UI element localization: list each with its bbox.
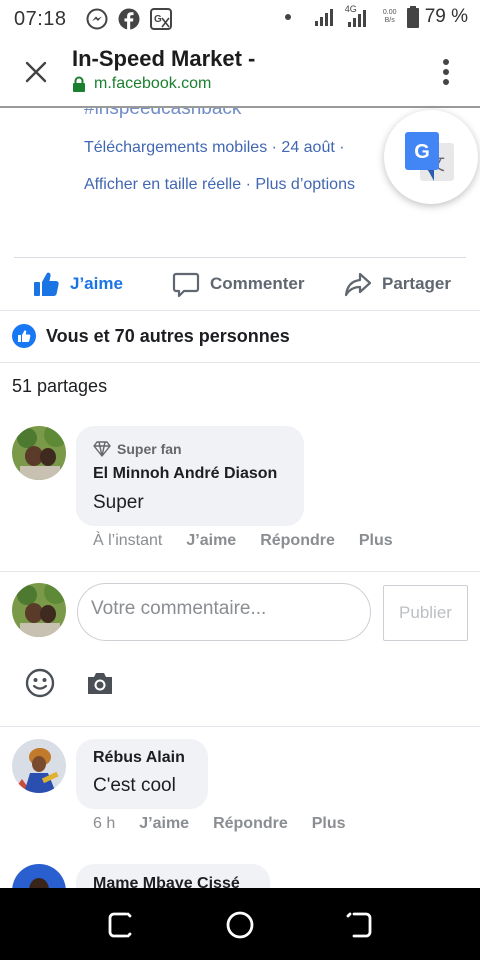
post-action-bar: J’aime Commenter Partager — [14, 257, 466, 309]
likes-summary-row[interactable]: Vous et 70 autres personnes — [12, 324, 290, 348]
share-icon — [344, 272, 372, 297]
super-fan-badge: Super fan — [93, 441, 182, 457]
comment-icon — [172, 272, 200, 298]
translate-icon: G — [150, 8, 172, 30]
facebook-messenger-icon — [86, 8, 108, 30]
status-time: 07:18 — [14, 8, 67, 30]
comment-reply-link[interactable]: Répondre — [260, 532, 335, 550]
comment-time: 6 h — [93, 815, 116, 832]
speed-value: 0.00 — [382, 9, 397, 16]
dot-icon — [284, 14, 291, 20]
comment-text: C'est cool — [93, 775, 176, 796]
speed-unit: B/s — [384, 17, 395, 24]
thumbs-up-icon — [34, 272, 59, 296]
comment-input[interactable]: Votre commentaire... — [77, 583, 371, 641]
like-reaction-icon — [12, 324, 36, 348]
more-vert-icon[interactable] — [442, 58, 450, 86]
page-url: m.facebook.com — [94, 75, 212, 92]
google-translate-icon: 文 G — [405, 132, 454, 181]
comment-time: À l’instant — [93, 532, 163, 549]
google-translate-button[interactable]: 文 G — [384, 110, 478, 204]
signal-4g-icon: 4G — [343, 4, 373, 28]
share-button[interactable]: Partager — [344, 270, 451, 298]
shares-summary[interactable]: 51 partages — [12, 376, 107, 397]
network-speed: 0.00 B/s — [379, 9, 401, 25]
divider — [0, 726, 480, 727]
diamond-icon — [93, 441, 111, 457]
comment-author[interactable]: El Minnoh André Diason — [93, 465, 277, 483]
comment-author[interactable]: Rébus Alain — [93, 749, 185, 767]
home-icon[interactable] — [225, 910, 255, 940]
system-navigation-bar — [0, 888, 480, 960]
signal-icon — [314, 9, 333, 26]
current-user-avatar — [12, 583, 66, 637]
back-icon[interactable] — [344, 910, 374, 940]
comment-more-link[interactable]: Plus — [359, 532, 393, 550]
like-label: J’aime — [70, 274, 123, 293]
comment-like-link[interactable]: J’aime — [186, 532, 236, 550]
comment-like-link[interactable]: J’aime — [139, 815, 189, 833]
battery-level: 79 % — [424, 6, 468, 27]
avatar[interactable] — [12, 426, 66, 480]
close-icon[interactable] — [22, 58, 50, 86]
comment-button[interactable]: Commenter — [172, 270, 304, 298]
divider — [0, 571, 480, 572]
svg-text:G: G — [414, 141, 430, 163]
share-label: Partager — [382, 274, 451, 293]
divider — [0, 310, 480, 311]
url-row: m.facebook.com — [72, 75, 211, 93]
battery-icon — [406, 6, 419, 28]
post-meta-source[interactable]: Téléchargements mobiles · 24 août · — [84, 139, 345, 157]
divider — [0, 362, 480, 363]
super-fan-label: Super fan — [117, 441, 182, 457]
comment-label: Commenter — [210, 274, 305, 293]
comment-bubble: Super fan El Minnoh André Diason Super — [76, 426, 304, 526]
emoji-icon[interactable] — [25, 668, 55, 698]
facebook-icon — [118, 8, 140, 30]
lock-icon — [73, 76, 85, 92]
likes-summary: Vous et 70 autres personnes — [46, 325, 290, 346]
comment-reply-link[interactable]: Répondre — [213, 815, 288, 833]
avatar[interactable] — [12, 739, 66, 793]
recents-icon[interactable] — [106, 910, 136, 940]
comment-bubble: Rébus Alain C'est cool — [76, 739, 208, 809]
publish-button[interactable]: Publier — [383, 585, 468, 641]
like-button[interactable]: J’aime — [32, 270, 123, 298]
post-meta-options[interactable]: Afficher en taille réelle · Plus d’optio… — [84, 176, 355, 194]
camera-icon[interactable] — [86, 670, 114, 696]
comment-text: Super — [93, 492, 144, 513]
browser-tab-header: In-Speed Market - m.facebook.com — [0, 38, 480, 108]
comment-more-link[interactable]: Plus — [312, 815, 346, 833]
status-bar: 07:18 G 4G 0.00 B/s 79 % — [0, 0, 480, 38]
comment-actions: 6 h J’aime Répondre Plus — [93, 815, 346, 833]
comment-actions: À l’instant J’aime Répondre Plus — [93, 532, 393, 550]
page-title: In-Speed Market - — [72, 46, 256, 71]
comment-input-placeholder: Votre commentaire... — [91, 598, 267, 619]
svg-text:G: G — [154, 14, 162, 25]
